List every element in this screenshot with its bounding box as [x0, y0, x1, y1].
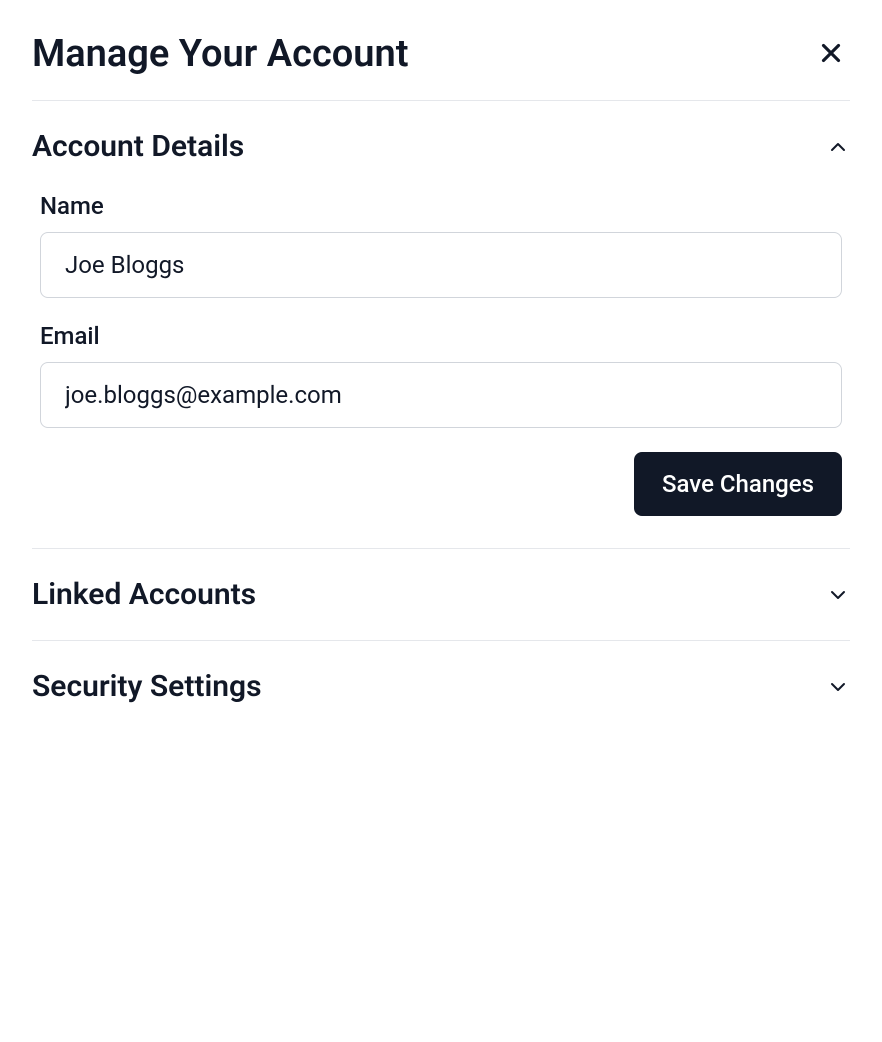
chevron-up-icon	[826, 135, 850, 159]
section-header-account-details[interactable]: Account Details	[32, 101, 850, 192]
name-label: Name	[40, 192, 842, 220]
section-header-linked-accounts[interactable]: Linked Accounts	[32, 549, 850, 640]
section-body-account-details: Name Email Save Changes	[32, 192, 850, 548]
save-button[interactable]: Save Changes	[634, 452, 842, 516]
email-field-group: Email	[40, 322, 842, 428]
section-security-settings: Security Settings	[32, 641, 850, 732]
name-input[interactable]	[40, 232, 842, 298]
name-field-group: Name	[40, 192, 842, 298]
section-account-details: Account Details Name Email Save Changes	[32, 101, 850, 549]
page-title: Manage Your Account	[32, 32, 409, 76]
email-label: Email	[40, 322, 842, 350]
section-linked-accounts: Linked Accounts	[32, 549, 850, 641]
page-header: Manage Your Account	[32, 32, 850, 101]
actions-row: Save Changes	[40, 452, 842, 516]
chevron-down-icon	[826, 583, 850, 607]
close-button[interactable]	[812, 34, 850, 75]
section-header-security-settings[interactable]: Security Settings	[32, 641, 850, 732]
close-icon	[816, 38, 846, 71]
section-title-account-details: Account Details	[32, 129, 244, 164]
email-input[interactable]	[40, 362, 842, 428]
section-title-linked-accounts: Linked Accounts	[32, 577, 256, 612]
section-title-security-settings: Security Settings	[32, 669, 262, 704]
chevron-down-icon	[826, 675, 850, 699]
